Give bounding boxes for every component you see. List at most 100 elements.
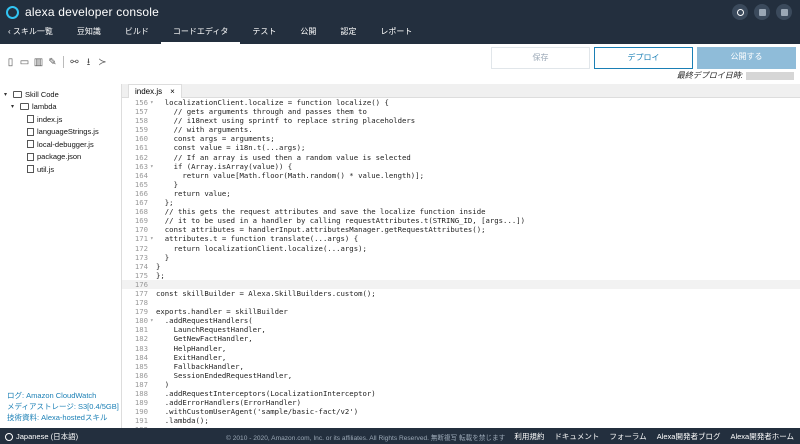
code-line[interactable]: 162 // If an array is used then a random… xyxy=(122,153,800,162)
code-line[interactable]: 181 LaunchRequestHandler, xyxy=(122,325,800,334)
nav-item-publish[interactable]: 公開 xyxy=(288,22,328,44)
line-number: 164 xyxy=(134,170,148,180)
tree-file[interactable]: util.js xyxy=(4,163,99,176)
brand[interactable]: alexa developer console xyxy=(6,3,159,21)
code-line[interactable]: 185 FallbackHandler, xyxy=(122,362,800,371)
code-line[interactable]: 178 xyxy=(122,298,800,307)
terminal-icon[interactable]: ≻ xyxy=(97,57,108,68)
tree-folder-lambda[interactable]: ▾ lambda xyxy=(4,101,99,114)
apps-icon[interactable] xyxy=(754,4,770,20)
tab-index-js[interactable]: index.js × xyxy=(128,84,182,98)
cloudwatch-log-link[interactable]: ログ: Amazon CloudWatch xyxy=(7,390,119,401)
save-button[interactable]: 保存 xyxy=(491,47,590,69)
nav-item-build[interactable]: ビルド xyxy=(113,22,161,44)
file-tree: ▾ Skill Code ▾ lambda index.js languageS… xyxy=(4,88,99,176)
redacted-timestamp xyxy=(746,71,794,80)
code-line[interactable]: 160 const args = arguments; xyxy=(122,134,800,143)
line-number: 185 xyxy=(134,361,148,371)
code-line[interactable]: 187 ) xyxy=(122,380,800,389)
nav-item-trivia[interactable]: 豆知識 xyxy=(65,22,113,44)
code-line[interactable]: 169 // it to be used in a handler by cal… xyxy=(122,216,800,225)
code-line[interactable]: 168 // this gets the request attributes … xyxy=(122,207,800,216)
code-line[interactable]: 174} xyxy=(122,262,800,271)
code-line[interactable]: 177 const skillBuilder = Alexa.SkillBuild… xyxy=(122,289,800,298)
top-icons xyxy=(732,4,792,20)
code-line[interactable]: 182 GetNewFactHandler, xyxy=(122,334,800,343)
code-line[interactable]: 157 // gets arguments through and passes… xyxy=(122,107,800,116)
code-line[interactable]: 156 ▾ localizationClient.localize = funct… xyxy=(122,98,800,107)
search-icon[interactable] xyxy=(732,4,748,20)
publish-button[interactable]: 公開する xyxy=(697,47,796,69)
code-text: HelpHandler, xyxy=(156,343,227,353)
code-line[interactable]: 186 SessionEndedRequestHandler, xyxy=(122,371,800,380)
code-line[interactable]: 159 // with arguments. xyxy=(122,125,800,134)
code-text: const args = arguments; xyxy=(156,134,275,144)
footer-link-terms[interactable]: 利用規約 xyxy=(514,431,544,442)
line-number: 188 xyxy=(134,389,148,398)
tree-file-label: local-debugger.js xyxy=(37,139,94,149)
nav-item-certification[interactable]: 認定 xyxy=(328,22,368,44)
code-line[interactable]: 190 .withCustomUserAgent('sample/basic-f… xyxy=(122,407,800,416)
language-selector[interactable]: Japanese (日本語) xyxy=(5,431,78,442)
media-storage-link[interactable]: メディアストレージ: S3[0.4/5GB] xyxy=(7,401,119,412)
chevron-down-icon: ▾ xyxy=(4,91,8,98)
code-line[interactable]: 189 .addErrorHandlers(ErrorHandler) xyxy=(122,398,800,407)
folder-icon xyxy=(13,90,22,98)
code-line[interactable]: 161 const value = i18n.t(...args); xyxy=(122,143,800,152)
code-line[interactable]: 183 HelpHandler, xyxy=(122,344,800,353)
code-line[interactable]: 188 .addRequestInterceptors(Localization… xyxy=(122,389,800,398)
tree-file[interactable]: local-debugger.js xyxy=(4,138,99,151)
nav-back-skill-list[interactable]: ‹ スキル一覧 xyxy=(6,22,65,44)
code-text: FallbackHandler, xyxy=(156,361,244,371)
rename-icon[interactable]: ✎ xyxy=(47,57,58,68)
link-icon[interactable]: ⚯ xyxy=(69,57,80,68)
tree-file[interactable]: languageStrings.js xyxy=(4,126,99,139)
deploy-button[interactable]: デプロイ xyxy=(594,47,693,69)
nav-item-report[interactable]: レポート xyxy=(368,22,424,44)
line-number: 157 xyxy=(134,107,148,117)
footer-link-blog[interactable]: Alexa開発者ブログ xyxy=(657,431,721,442)
footer-link-forum[interactable]: フォーラム xyxy=(609,431,646,442)
tech-docs-link[interactable]: 技術資料: Alexa-hostedスキル xyxy=(7,412,119,423)
tree-file[interactable]: package.json xyxy=(4,151,99,164)
code-line[interactable]: 158 // i18next using sprintf to replace … xyxy=(122,116,800,125)
code-line[interactable]: 165 } xyxy=(122,180,800,189)
tree-folder-label: lambda xyxy=(32,102,57,112)
code-line[interactable]: 173 } xyxy=(122,253,800,262)
tree-root[interactable]: ▾ Skill Code xyxy=(4,88,99,101)
code-line[interactable]: 176 xyxy=(122,279,800,289)
line-number: 179 xyxy=(134,307,148,317)
code-line[interactable]: 164 return value[Math.floor(Math.random(… xyxy=(122,171,800,180)
code-line[interactable]: 166 return value; xyxy=(122,189,800,198)
file-icon xyxy=(27,115,34,124)
delete-icon[interactable]: ▥ xyxy=(33,57,44,68)
code-line[interactable]: 170 const attributes = handlerInput.attr… xyxy=(122,225,800,234)
code-text: ) xyxy=(156,379,170,389)
code-area[interactable]: 156 ▾ localizationClient.localize = funct… xyxy=(122,98,800,428)
code-line[interactable]: 191 .lambda(); xyxy=(122,416,800,425)
code-text: .addErrorHandlers(ErrorHandler) xyxy=(156,398,301,408)
code-line[interactable]: 163 ▾ if (Array.isArray(value)) { xyxy=(122,162,800,171)
code-line[interactable]: 180 ▾ .addRequestHandlers( xyxy=(122,316,800,325)
line-number: 176 xyxy=(134,279,148,289)
code-line[interactable]: 172 return localizationClient.localize(.… xyxy=(122,244,800,253)
footer-link-home[interactable]: Alexa開発者ホーム xyxy=(730,431,794,442)
code-text: SessionEndedRequestHandler, xyxy=(156,370,293,380)
last-deploy-label: 最終デプロイ日時: xyxy=(676,71,743,80)
footer-link-docs[interactable]: ドキュメント xyxy=(554,431,599,442)
tree-file[interactable]: index.js xyxy=(4,113,99,126)
nav-item-test[interactable]: テスト xyxy=(240,22,288,44)
code-line[interactable]: 167 }; xyxy=(122,198,800,207)
account-icon[interactable] xyxy=(776,4,792,20)
download-icon[interactable]: ⭳ xyxy=(83,57,94,68)
code-line[interactable]: 171 ▾ attributes.t = function translate(.… xyxy=(122,234,800,243)
code-line[interactable]: 175}; xyxy=(122,271,800,280)
code-line[interactable]: 179 exports.handler = skillBuilder xyxy=(122,307,800,316)
new-folder-icon[interactable]: ▭ xyxy=(19,57,30,68)
new-file-icon[interactable]: ▯ xyxy=(5,57,16,68)
line-number: 177 xyxy=(134,288,148,298)
nav-item-code-editor[interactable]: コードエディタ xyxy=(160,22,241,44)
code-line[interactable]: 184 ExitHandler, xyxy=(122,353,800,362)
line-number: 190 xyxy=(134,407,148,417)
close-icon[interactable]: × xyxy=(170,85,175,98)
